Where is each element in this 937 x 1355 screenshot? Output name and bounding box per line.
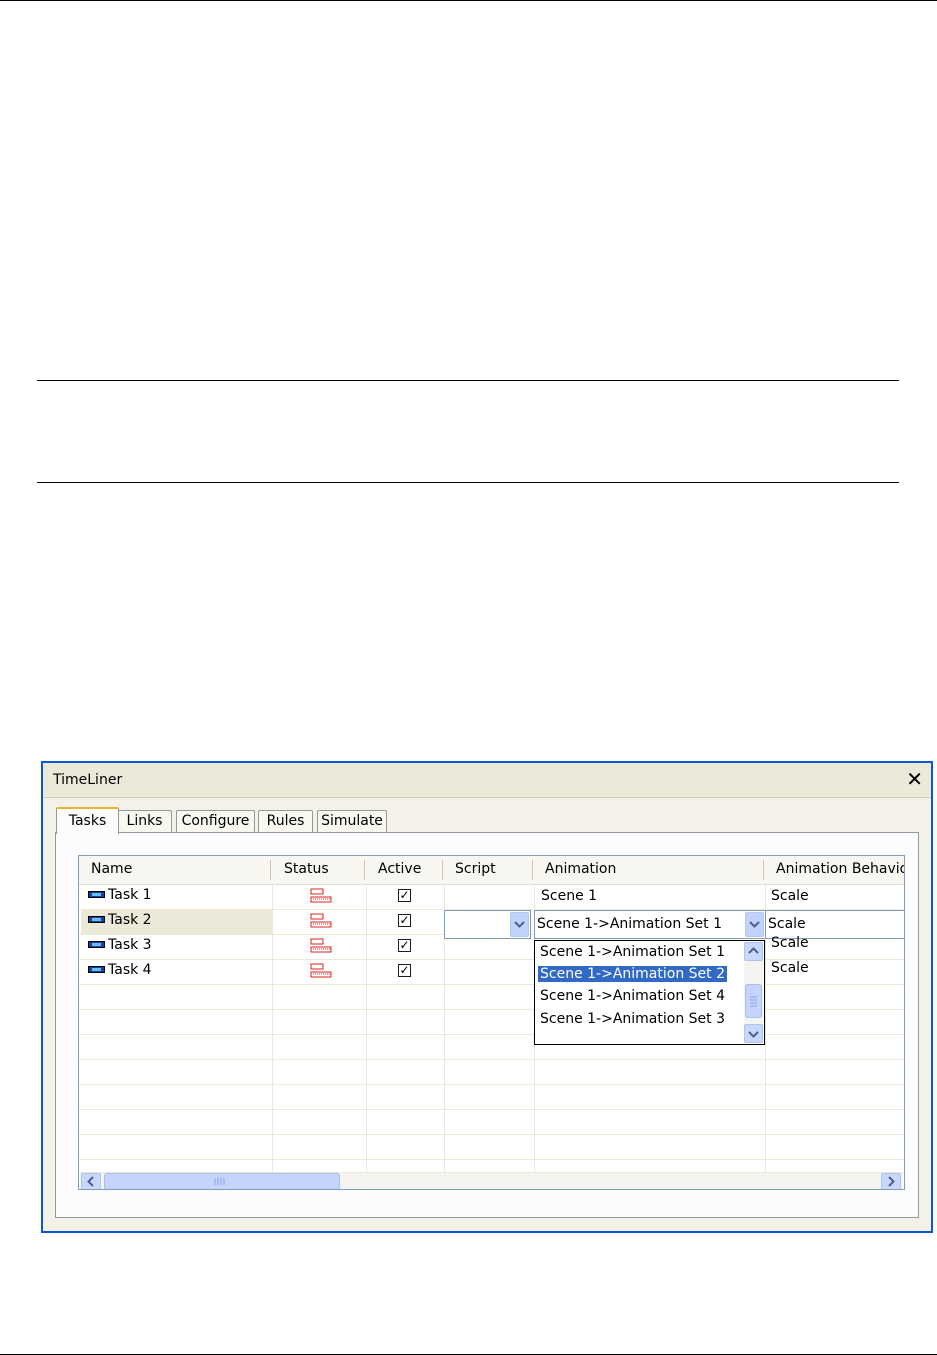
column-header-script[interactable]: Script: [455, 861, 496, 877]
task-bar-icon: [88, 916, 105, 923]
column-header-animation[interactable]: Animation: [545, 861, 616, 877]
animation-combo-value: Scene 1->Animation Set 1: [537, 916, 722, 932]
status-bars-icon: [310, 938, 332, 953]
chevron-down-icon: [748, 1031, 759, 1038]
animation-dropdown-list[interactable]: Scene 1->Animation Set 1 Scene 1->Animat…: [534, 940, 765, 1045]
task-name: Task 4: [108, 962, 152, 978]
scroll-right-button[interactable]: [881, 1173, 901, 1189]
divider-rule-1: [37, 380, 899, 381]
chevron-down-icon: [749, 921, 760, 928]
divider-rule-2: [37, 482, 899, 483]
animation-dropdown-button[interactable]: [745, 912, 764, 937]
dropdown-option[interactable]: Scene 1->Animation Set 4: [538, 988, 727, 1004]
script-dropdown-button[interactable]: [510, 912, 529, 937]
chevron-left-icon: [87, 1176, 94, 1187]
active-checkbox[interactable]: ✓: [398, 964, 411, 977]
status-bars-icon: [310, 888, 332, 903]
scroll-left-button[interactable]: [81, 1173, 101, 1189]
script-combo[interactable]: [444, 910, 531, 939]
task-name: Task 2: [108, 912, 152, 928]
chevron-up-icon: [748, 947, 759, 954]
scroll-thumb[interactable]: [104, 1173, 340, 1189]
behaviour-value: Scale: [771, 935, 809, 951]
behaviour-value: Scale: [771, 888, 809, 904]
task-bar-icon: [88, 891, 105, 898]
animation-combo[interactable]: Scene 1->Animation Set 1: [534, 910, 766, 939]
scroll-up-button[interactable]: [744, 942, 763, 961]
grid-header: Name Status Active Script Animation Anim…: [79, 856, 904, 885]
scroll-down-button[interactable]: [744, 1024, 763, 1043]
timeliner-window: TimeLiner ✕ Tasks Links Configure Rules …: [41, 761, 933, 1233]
task-name: Task 3: [108, 937, 152, 953]
grip-icon: [214, 1178, 225, 1185]
scroll-thumb[interactable]: [745, 984, 762, 1018]
dropdown-option[interactable]: Scene 1->Animation Set 3: [538, 1011, 727, 1027]
window-title: TimeLiner: [53, 772, 123, 788]
tab-rules[interactable]: Rules: [258, 810, 313, 832]
task-bar-icon: [88, 941, 105, 948]
dropdown-option[interactable]: Scene 1->Animation Set 1: [538, 944, 727, 960]
task-name: Task 1: [108, 887, 152, 903]
tasks-panel: Name Status Active Script Animation Anim…: [55, 832, 919, 1218]
active-checkbox[interactable]: ✓: [398, 889, 411, 902]
tab-configure[interactable]: Configure: [176, 810, 255, 832]
task-bar-icon: [88, 966, 105, 973]
column-header-status[interactable]: Status: [284, 861, 329, 877]
status-bars-icon: [310, 963, 332, 978]
grip-icon: [750, 996, 757, 1007]
dropdown-scrollbar[interactable]: [744, 942, 763, 1043]
column-header-animation-behaviour[interactable]: Animation Behaviou: [776, 861, 904, 877]
title-bar[interactable]: TimeLiner ✕: [43, 763, 931, 798]
horizontal-scrollbar[interactable]: [80, 1172, 903, 1189]
active-checkbox[interactable]: ✓: [398, 914, 411, 927]
chevron-down-icon: [514, 921, 525, 928]
column-header-name[interactable]: Name: [91, 861, 132, 877]
animation-value: Scene 1: [541, 888, 598, 904]
behaviour-value: Scale: [768, 916, 806, 932]
tab-links[interactable]: Links: [117, 810, 172, 832]
dropdown-option-highlighted[interactable]: Scene 1->Animation Set 2: [538, 966, 727, 982]
top-rule: [0, 0, 937, 1]
close-icon[interactable]: ✕: [906, 767, 923, 791]
task-grid: Name Status Active Script Animation Anim…: [78, 855, 905, 1190]
behaviour-value: Scale: [771, 960, 809, 976]
tab-tasks[interactable]: Tasks: [56, 807, 119, 834]
active-checkbox[interactable]: ✓: [398, 939, 411, 952]
chevron-right-icon: [888, 1176, 895, 1187]
tab-simulate[interactable]: Simulate: [317, 810, 387, 832]
column-header-active[interactable]: Active: [378, 861, 421, 877]
status-bars-icon: [310, 913, 332, 928]
